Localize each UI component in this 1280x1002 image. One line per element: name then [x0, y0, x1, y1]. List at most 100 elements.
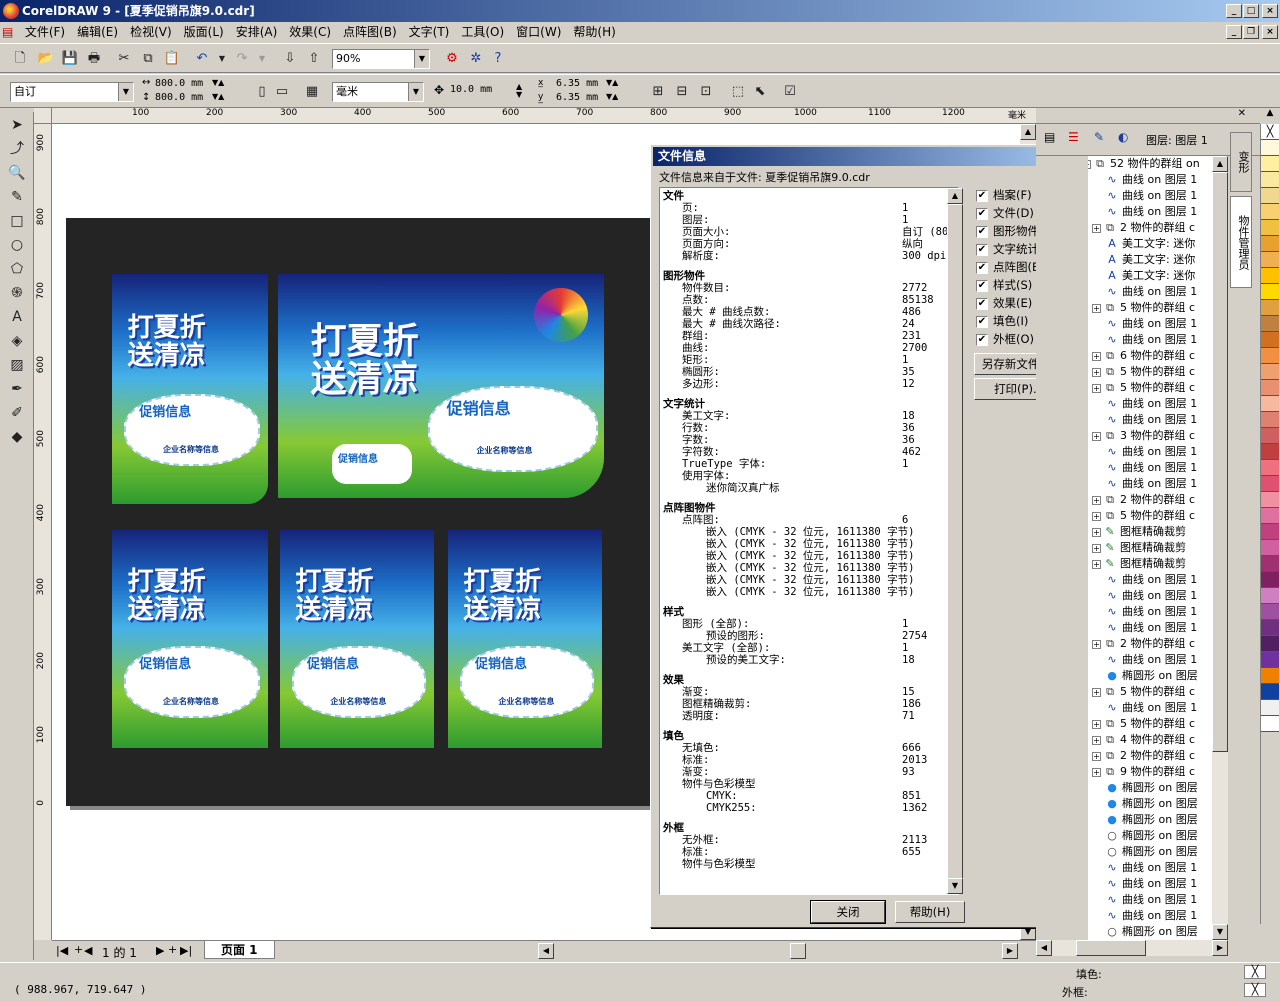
object-tree-item[interactable]: + ⧉ 4 物件的群组 c — [1092, 732, 1212, 748]
scroll-left-icon[interactable]: ◀ — [538, 943, 554, 959]
menu-layout[interactable]: 版面(L) — [178, 22, 230, 42]
paste-icon[interactable]: 📋 — [162, 49, 182, 69]
palette-swatch[interactable] — [1261, 604, 1279, 620]
object-tree-item[interactable]: + ⧉ 5 物件的群组 c — [1092, 508, 1212, 524]
tab-transform[interactable]: 变形 — [1230, 132, 1252, 192]
object-tree-item[interactable]: ∿ 曲线 on 图层 1 — [1092, 588, 1212, 604]
object-tree-item[interactable]: A 美工文字: 迷你 — [1092, 252, 1212, 268]
object-tree-item[interactable]: ∿ 曲线 on 图层 1 — [1092, 892, 1212, 908]
select-icon[interactable]: ⬉ — [750, 82, 770, 102]
poster-1[interactable]: 打夏折 送清凉 促销信息 企业名称等信息 — [112, 274, 268, 504]
object-tree-item[interactable]: ∿ 曲线 on 图层 1 — [1092, 396, 1212, 412]
units-select[interactable]: 毫米 ▼ — [332, 82, 424, 102]
menu-bitmaps[interactable]: 点阵图(B) — [337, 22, 403, 42]
portrait-icon[interactable]: ▯ — [252, 82, 272, 102]
palette-swatch[interactable] — [1261, 364, 1279, 380]
print-icon[interactable]: 🖶 — [84, 49, 104, 69]
copy-icon[interactable]: ⧉ — [138, 49, 158, 69]
check-effects[interactable]: ✔ 效果(E) — [976, 295, 1032, 311]
object-tree-item[interactable]: ∿ 曲线 on 图层 1 — [1092, 460, 1212, 476]
menu-arrange[interactable]: 安排(A) — [230, 22, 284, 42]
object-tree-item[interactable]: + ⧉ 2 物件的群组 c — [1092, 220, 1212, 236]
palette-swatch[interactable] — [1261, 700, 1279, 716]
dup-x-spinner-icon[interactable]: ▼▲ — [606, 78, 618, 87]
palette-swatch[interactable] — [1261, 412, 1279, 428]
treat-as-filled-icon[interactable]: ⬚ — [728, 82, 748, 102]
coreldraw-app-icon[interactable] — [3, 3, 19, 19]
object-tree-item[interactable]: + ✎ 图框精确裁剪 — [1092, 524, 1212, 540]
palette-swatch[interactable] — [1261, 620, 1279, 636]
menu-edit[interactable]: 编辑(E) — [71, 22, 124, 42]
import-icon[interactable]: ⇩ — [280, 49, 300, 69]
new-icon[interactable]: 🗋 — [10, 49, 30, 69]
palette-swatch[interactable] — [1261, 716, 1279, 732]
expand-icon[interactable]: + — [1092, 303, 1101, 313]
object-tree-item[interactable]: + ⧉ 5 物件的群组 c — [1092, 300, 1212, 316]
nudge-field[interactable]: 10.0 mm — [450, 84, 510, 95]
poster-3[interactable]: 打夏折 送清凉 促销信息 企业名称等信息 — [112, 530, 268, 748]
object-tree-item[interactable]: + ⧉ 2 物件的群组 c — [1092, 492, 1212, 508]
palette-swatch[interactable] — [1261, 300, 1279, 316]
object-tree-item[interactable]: ● 椭圆形 on 图层 — [1092, 812, 1212, 828]
undo-icon[interactable]: ↶ — [192, 49, 212, 69]
rectangle-tool-icon[interactable]: □ — [4, 210, 30, 232]
object-view-icon[interactable]: ◐ — [1118, 130, 1128, 144]
menu-help[interactable]: 帮助(H) — [567, 22, 621, 42]
scroll-up-icon[interactable]: ▲ — [1020, 124, 1036, 140]
menu-effects[interactable]: 效果(C) — [283, 22, 337, 42]
object-tree-item[interactable]: + ⧉ 6 物件的群组 c — [1092, 348, 1212, 364]
menu-text[interactable]: 文字(T) — [403, 22, 456, 42]
object-tree-item[interactable]: ∿ 曲线 on 图层 1 — [1092, 620, 1212, 636]
expand-icon[interactable]: + — [1092, 431, 1101, 441]
object-tree-item[interactable]: ● 椭圆形 on 图层 — [1092, 780, 1212, 796]
palette-swatch[interactable] — [1261, 428, 1279, 444]
polygon-tool-icon[interactable]: ⬠ — [4, 258, 30, 280]
tree-scroll-thumb[interactable] — [1212, 172, 1228, 752]
info-scroll-thumb[interactable] — [947, 204, 963, 884]
object-tree-item[interactable]: ○ 椭圆形 on 图层 — [1092, 844, 1212, 860]
scroll-down-icon[interactable]: ▼ — [1212, 924, 1228, 940]
object-tree-item[interactable]: ∿ 曲线 on 图层 1 — [1092, 444, 1212, 460]
expand-icon[interactable]: + — [1092, 543, 1101, 553]
drawing-page[interactable]: 打夏折 送清凉 促销信息 企业名称等信息 打夏折 送清凉 促销信息 企业名称等信息 促销… — [66, 218, 650, 806]
object-tree-item[interactable]: + ⧉ 5 物件的群组 c — [1092, 364, 1212, 380]
check-file[interactable]: ✔ 档案(F) — [976, 187, 1032, 203]
info-scrollbar[interactable]: ▲ ▼ — [947, 188, 963, 894]
minimize-button[interactable]: _ — [1226, 4, 1242, 18]
palette-swatch[interactable] — [1261, 444, 1279, 460]
add-page-before-icon[interactable]: + — [74, 943, 83, 956]
expand-icon[interactable]: + — [1092, 639, 1101, 649]
palette-swatch[interactable] — [1261, 556, 1279, 572]
object-tree-item[interactable]: + ⧉ 2 物件的群组 c — [1092, 748, 1212, 764]
object-tree-item[interactable]: ∿ 曲线 on 图层 1 — [1092, 172, 1212, 188]
expand-icon[interactable]: + — [1092, 767, 1101, 777]
object-tree-item[interactable]: ∿ 曲线 on 图层 1 — [1092, 908, 1212, 924]
expand-icon[interactable]: + — [1092, 751, 1101, 761]
check-bitmaps[interactable]: ✔ 点阵图(B) — [976, 259, 1044, 275]
check-styles[interactable]: ✔ 样式(S) — [976, 277, 1032, 293]
palette-scroll-up-icon[interactable]: ▲ — [1260, 108, 1280, 124]
palette-swatch[interactable] — [1261, 540, 1279, 556]
scroll-left-icon[interactable]: ◀ — [1036, 940, 1052, 956]
dup-y-spinner-icon[interactable]: ▼▲ — [606, 92, 618, 101]
expand-icon[interactable]: + — [1092, 223, 1101, 233]
object-tree-item[interactable]: + ✎ 图框精确裁剪 — [1092, 556, 1212, 572]
save-icon[interactable]: 💾 — [60, 49, 80, 69]
palette-swatch[interactable] — [1261, 156, 1279, 172]
menu-file[interactable]: 文件(F) — [19, 22, 71, 42]
palette-swatch[interactable] — [1261, 380, 1279, 396]
object-tree-item[interactable]: ∿ 曲线 on 图层 1 — [1092, 412, 1212, 428]
object-tree-scrollbar[interactable]: ▲ ▼ — [1212, 156, 1228, 940]
palette-swatch[interactable]: ╳ — [1261, 124, 1279, 140]
application-launcher-icon[interactable]: ⚙ — [442, 49, 462, 69]
expand-icon[interactable]: + — [1092, 495, 1101, 505]
docker-close-icon[interactable]: ✕ — [1238, 108, 1246, 119]
expand-icon[interactable]: + — [1092, 367, 1101, 377]
poster-5[interactable]: 打夏折 送清凉 促销信息 企业名称等信息 — [448, 530, 602, 748]
doc-minimize-button[interactable]: _ — [1226, 25, 1242, 39]
palette-swatch[interactable] — [1261, 588, 1279, 604]
menu-view[interactable]: 检视(V) — [124, 22, 178, 42]
export-icon[interactable]: ⇧ — [304, 49, 324, 69]
palette-swatch[interactable] — [1261, 204, 1279, 220]
palette-swatch[interactable] — [1261, 268, 1279, 284]
